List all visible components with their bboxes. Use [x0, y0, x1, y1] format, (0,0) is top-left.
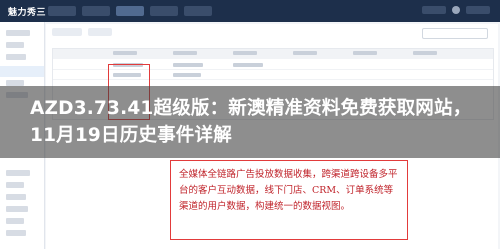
table-cell — [173, 73, 201, 77]
top-nav-tab[interactable] — [184, 6, 212, 16]
filter-bar — [52, 28, 112, 36]
date-range-picker[interactable] — [422, 28, 488, 39]
top-nav-tabs — [48, 6, 212, 16]
annotation-text: 全媒体全链路广告投放数据收集，跨渠道跨设备多平台的客户互动数据，线下门店、CRM… — [179, 169, 398, 212]
column-header[interactable] — [233, 51, 257, 55]
column-header[interactable] — [113, 51, 137, 55]
app-logo[interactable]: 魅力秀三 — [8, 5, 46, 18]
sidebar-item[interactable] — [6, 54, 26, 60]
sidebar-item[interactable] — [6, 30, 30, 36]
top-right-link[interactable] — [422, 6, 446, 14]
annotation-box: 全媒体全链路广告投放数据收集，跨渠道跨设备多平台的客户互动数据，线下门店、CRM… — [170, 160, 408, 240]
filter-chip[interactable] — [52, 28, 82, 36]
top-nav-tab[interactable] — [48, 6, 76, 16]
table-header — [53, 49, 493, 59]
top-nav-tab[interactable] — [150, 6, 178, 16]
column-header[interactable] — [413, 51, 437, 55]
headline-banner: AZD3.73.41超级版：新澳精准资料免费获取网站，11月19日历史事件详解 — [0, 86, 500, 158]
filter-chip[interactable] — [88, 28, 112, 36]
table-cell — [173, 63, 203, 67]
sidebar-item[interactable] — [6, 230, 26, 236]
sidebar-item[interactable] — [6, 170, 30, 176]
headline-text: AZD3.73.41超级版：新澳精准资料免费获取网站，11月19日历史事件详解 — [30, 98, 472, 146]
column-header[interactable] — [173, 51, 197, 55]
sidebar-item[interactable] — [6, 42, 24, 48]
user-avatar-icon[interactable] — [452, 6, 460, 14]
sidebar-item[interactable] — [6, 218, 24, 224]
top-nav-tab[interactable] — [82, 6, 110, 16]
top-navigation-bar: 魅力秀三 — [0, 0, 500, 22]
top-nav-tab-active[interactable] — [116, 6, 144, 16]
column-header[interactable] — [353, 51, 377, 55]
sidebar-item[interactable] — [6, 206, 28, 212]
sidebar-item[interactable] — [6, 182, 24, 188]
table-cell — [233, 63, 263, 67]
top-right-controls — [422, 6, 490, 14]
user-menu[interactable] — [466, 6, 490, 14]
column-header[interactable] — [293, 51, 317, 55]
sidebar-item[interactable] — [6, 194, 26, 200]
sidebar-item-active[interactable] — [0, 66, 44, 77]
